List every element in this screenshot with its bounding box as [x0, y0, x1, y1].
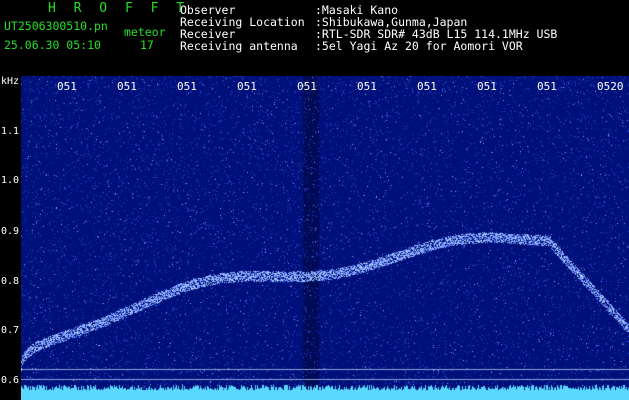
time-tick: 051 [417, 80, 437, 93]
time-tick: 051 [297, 80, 317, 93]
time-tick: 051 [237, 80, 257, 93]
time-tick: 051 [477, 80, 497, 93]
y-label-0-7: 0.7 [1, 325, 20, 336]
frequency-axis [0, 76, 21, 400]
brand-title: H R O F F T [48, 1, 190, 16]
time-tick: 051 [57, 80, 77, 93]
meteor-count: 17 [140, 38, 154, 52]
time-tick: 051 [537, 80, 557, 93]
spectrogram-canvas [21, 76, 629, 400]
y-label-1-1: 1.1 [1, 126, 20, 137]
time-tick: 051 [177, 80, 197, 93]
y-label-1-0: 1.0 [1, 175, 20, 186]
time-tick: 0520 [597, 80, 624, 93]
date-time: 25.06.30 05:10 [4, 38, 101, 52]
file-name: UT2506300510.pn [4, 19, 108, 33]
y-label-0-8: 0.8 [1, 276, 20, 287]
time-tick: 051 [117, 80, 137, 93]
y-label-0-6: 0.6 [1, 375, 20, 386]
time-tick: 051 [357, 80, 377, 93]
antenna-value: :5el Yagi Az 20 for Aomori VOR [315, 39, 523, 53]
y-label-0-9: 0.9 [1, 226, 20, 237]
antenna-label: Receiving antenna [180, 39, 298, 53]
header-panel: H R O F F T UT2506300510.pn meteor 25.06… [0, 0, 629, 76]
frequency-unit-label: kHz [1, 76, 20, 87]
